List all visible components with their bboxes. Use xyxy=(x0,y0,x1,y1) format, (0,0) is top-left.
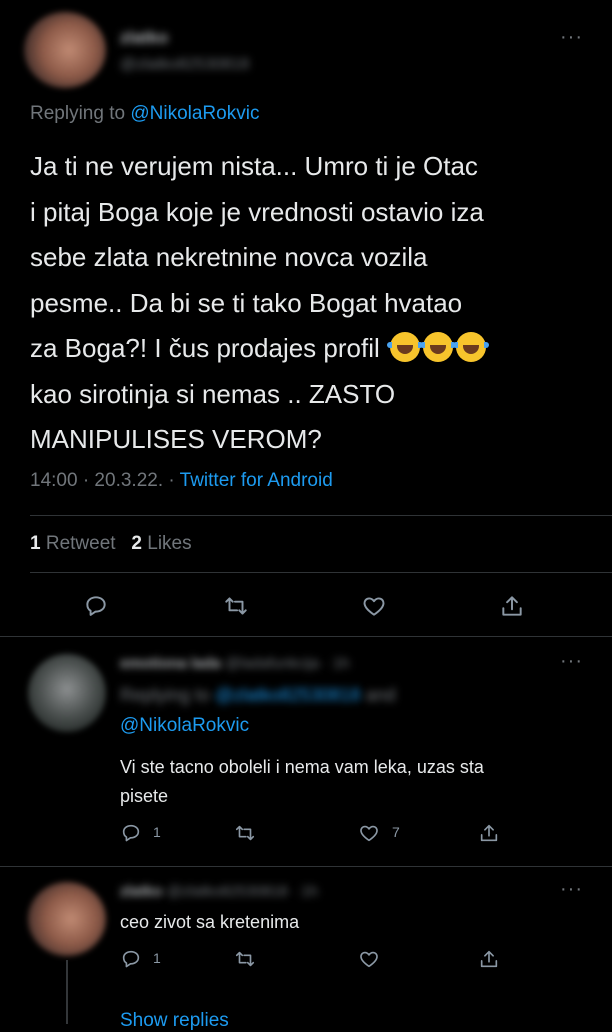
tweet-meta: 14:00 · 20.3.22. · Twitter for Android xyxy=(30,470,333,492)
replying-label: Replying to xyxy=(30,103,126,124)
divider xyxy=(30,572,612,573)
tweet-text-line: i pitaj Boga koje je vrednosti ostavio i… xyxy=(30,196,484,227)
reply-header: zlatko @zlatko82530818 · 1h xyxy=(120,883,318,900)
replying-handle[interactable]: @NikolaRokvic xyxy=(130,103,259,124)
tweet-source[interactable]: Twitter for Android xyxy=(180,470,333,491)
reply-text-line: pisete xyxy=(120,786,169,806)
more-options-icon[interactable]: ··· xyxy=(560,878,583,901)
divider xyxy=(0,636,612,637)
engagement-stats: 1 Retweet 2 Likes xyxy=(30,533,192,555)
retweet-icon[interactable] xyxy=(220,590,252,622)
like-icon[interactable] xyxy=(356,946,382,972)
retweet-icon[interactable] xyxy=(232,820,258,846)
replying-handle[interactable]: @NikolaRokvic xyxy=(120,715,249,737)
tweet-timestamp[interactable]: 14:00 · 20.3.22. · xyxy=(30,470,175,491)
reply-icon[interactable] xyxy=(118,820,144,846)
avatar[interactable] xyxy=(24,12,106,88)
tweet-text: Ja ti ne verujem nista... Umro ti je Ota… xyxy=(30,144,489,463)
share-icon[interactable] xyxy=(496,590,528,622)
likes-stat[interactable]: 2 Likes xyxy=(131,533,191,554)
reply-avatar[interactable] xyxy=(28,882,106,956)
replying-handle[interactable]: @zlatko82530818 xyxy=(215,685,360,705)
reply-author-name[interactable]: zlatko xyxy=(120,883,163,900)
tweet-text-line: kao sirotinja si nemas .. ZASTO xyxy=(30,378,396,409)
reply-icon[interactable] xyxy=(118,946,144,972)
reply-icon[interactable] xyxy=(80,590,112,622)
tweet-text-line: Ja ti ne verujem nista... Umro ti je Ota… xyxy=(30,151,478,181)
face-with-tears-of-joy-icon xyxy=(453,332,489,362)
replying-and: and xyxy=(365,685,396,705)
face-with-tears-of-joy-icon xyxy=(420,332,456,362)
author-name[interactable]: zlatko xyxy=(120,28,168,48)
reply-header: emotiona lada @ladafunkcija · 1h xyxy=(120,655,350,672)
like-icon[interactable] xyxy=(356,820,382,846)
reply-author-handle[interactable]: @zlatko82530818 xyxy=(167,883,288,900)
replying-label: Replying to xyxy=(120,685,211,705)
share-icon[interactable] xyxy=(476,820,502,846)
show-replies-link[interactable]: Show replies xyxy=(120,1010,229,1032)
divider xyxy=(30,515,612,516)
more-options-icon[interactable]: ··· xyxy=(560,26,583,49)
reply-author-name[interactable]: emotiona lada xyxy=(120,655,221,672)
like-count: 7 xyxy=(392,824,400,840)
reply-time: · 1h xyxy=(292,883,318,900)
tweet-text-line-with-emoji: za Boga?! I čus prodajes profil xyxy=(30,326,489,372)
tweet-text-line: pesme.. Da bi se ti tako Bogat hvatao xyxy=(30,287,463,318)
reply-count: 1 xyxy=(153,950,161,966)
reply-author-handle[interactable]: @ladafunkcija xyxy=(225,655,319,672)
reply-time: · 1h xyxy=(323,655,350,672)
face-with-tears-of-joy-icon xyxy=(387,332,423,362)
share-icon[interactable] xyxy=(476,946,502,972)
more-options-icon[interactable]: ··· xyxy=(560,650,583,673)
reply-count: 1 xyxy=(153,824,161,840)
tweet-text-line: sebe zlata nekretnine novca vozila xyxy=(30,242,428,272)
reply-text: ceo zivot sa kretenima xyxy=(120,912,300,932)
reply-text-line: Vi ste tacno oboleli i nema vam leka, uz… xyxy=(120,757,484,777)
reply-avatar[interactable] xyxy=(28,654,106,732)
author-handle[interactable]: @zlatko82530818 xyxy=(120,56,249,74)
like-icon[interactable] xyxy=(358,590,390,622)
replying-to: Replying to @NikolaRokvic xyxy=(30,103,259,125)
reply-replying-to: Replying to @zlatko82530818 and xyxy=(120,685,396,706)
divider xyxy=(0,866,612,867)
reply-text: Vi ste tacno oboleli i nema vam leka, uz… xyxy=(120,753,484,811)
thread-line xyxy=(66,960,68,1024)
tweet-text-line: MANIPULISES VEROM? xyxy=(30,424,322,454)
retweet-icon[interactable] xyxy=(232,946,258,972)
retweet-stat[interactable]: 1 Retweet xyxy=(30,533,116,554)
